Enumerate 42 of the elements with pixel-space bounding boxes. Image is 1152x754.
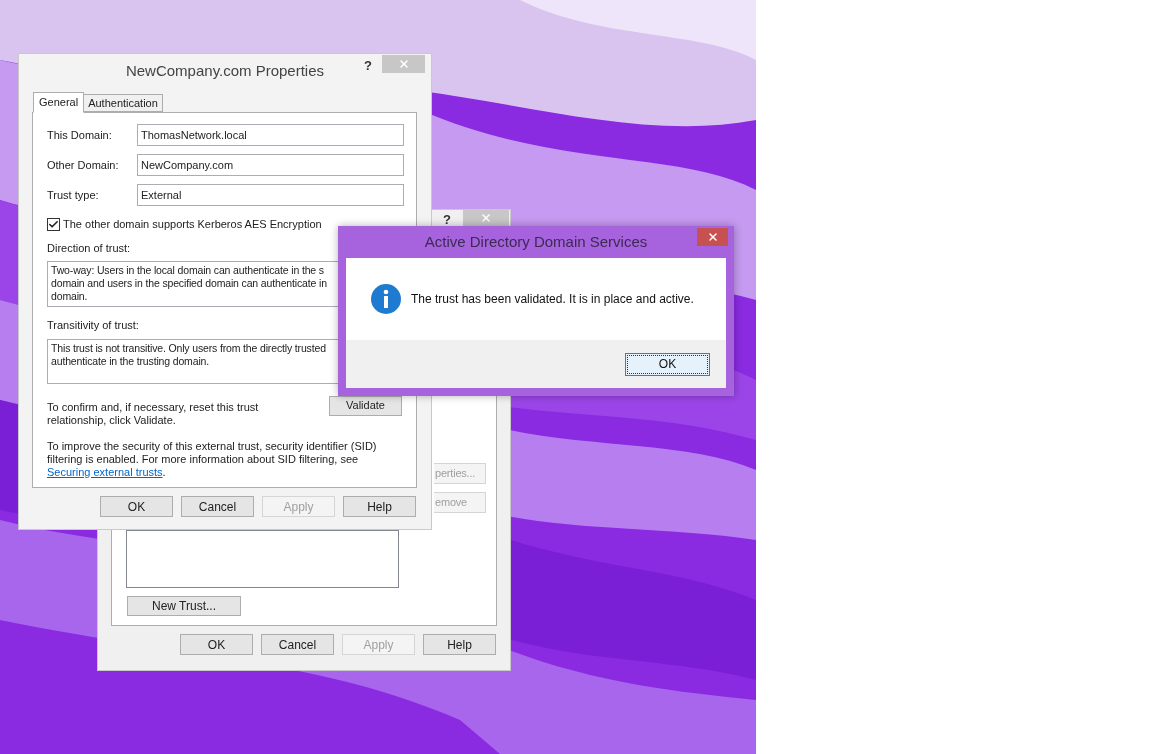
field-label: Trust type: (47, 187, 100, 203)
checkbox[interactable] (47, 217, 60, 231)
text-line: domain and users in the specified domain can authenticate in (51, 277, 327, 290)
ok-button[interactable]: OK (625, 352, 710, 376)
close-icon (397, 58, 410, 70)
text-line: Two-way: Users in the local domain can authenticate in the s (51, 264, 324, 277)
dialog-message: The trust has been validated. It is in place and active. (411, 291, 694, 308)
dialog-button[interactable]: Help (343, 496, 416, 517)
section-label: Direction of trust: (47, 240, 132, 256)
tab[interactable]: Authentication (83, 94, 163, 112)
section-label: Transitivity of trust: (47, 318, 140, 333)
checkbox-label: The other domain supports Kerberos AES Encryption (63, 217, 322, 232)
help-button[interactable]: ? (364, 56, 372, 76)
help-button[interactable]: ? (443, 213, 451, 227)
text-line: authenticate in the trusting domain. (51, 354, 210, 368)
link[interactable]: Securing external trusts (47, 465, 163, 478)
close-icon (480, 212, 492, 224)
dialog-button[interactable]: OK (100, 496, 173, 517)
text-field[interactable]: External (137, 184, 404, 206)
dialog-title: Active Directory Domain Services (424, 231, 648, 252)
trust-list[interactable] (126, 530, 399, 588)
new-trust-button[interactable]: New Trust... (127, 596, 241, 616)
text-field[interactable]: ThomasNetwork.local (137, 124, 404, 146)
field-label: This Domain: (47, 127, 113, 143)
tab[interactable]: General (33, 92, 85, 113)
validate-button[interactable]: Validate (329, 395, 402, 416)
close-button[interactable] (697, 228, 728, 246)
check-icon (48, 218, 59, 230)
validate-note: To confirm and, if necessary, reset this trust relationship, click Validate. (47, 400, 260, 427)
dialog-button[interactable]: Cancel (181, 496, 254, 517)
text-line: domain. (51, 290, 88, 303)
text-field[interactable]: NewCompany.com (137, 154, 404, 176)
field-label: Other Domain: (47, 157, 120, 173)
close-icon (706, 231, 719, 243)
dialog-button[interactable]: Help (423, 634, 496, 655)
text-line: This trust is not transitive. Only users from the directly trusted (51, 341, 326, 355)
info-icon (371, 284, 401, 314)
dialog-button[interactable]: Cancel (261, 634, 334, 655)
window-title: NewCompany.com Properties (125, 61, 325, 81)
sid-note: To improve the security of this external trust, security identifier (SID) filtering is enabled. For more information about SID filtering, see Securing external trusts. (47, 439, 378, 479)
dialog-button[interactable]: OK (180, 634, 253, 655)
close-button[interactable] (463, 210, 509, 226)
